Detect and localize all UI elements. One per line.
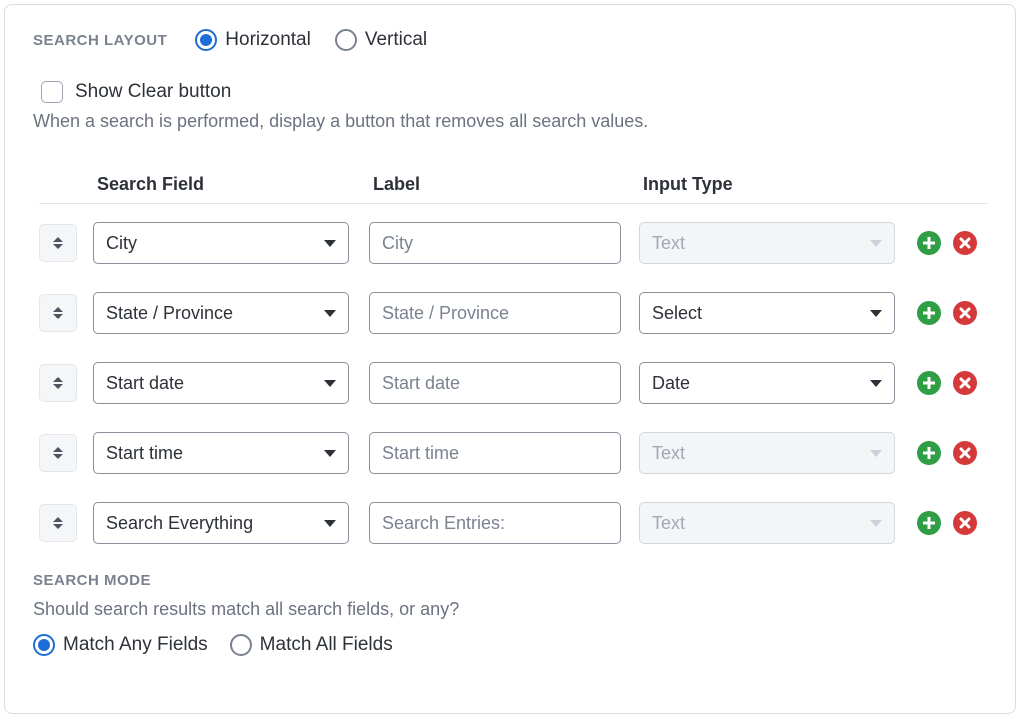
input-type-select: Text [639,222,895,264]
show-clear-button-row: Show Clear button [41,81,987,103]
show-clear-label: Show Clear button [75,81,231,103]
input-type-select[interactable]: Date [639,362,895,404]
add-row-icon[interactable] [917,231,941,255]
show-clear-help: When a search is performed, display a bu… [33,111,987,132]
layout-horizontal-label: Horizontal [225,29,311,51]
mode-radio-any[interactable]: Match Any Fields [33,634,208,656]
label-input[interactable] [369,502,621,544]
input-type-select: Text [639,502,895,544]
chevron-down-icon [870,310,882,317]
radio-checked-icon [33,634,55,656]
label-input[interactable] [369,432,621,474]
row-actions [897,231,997,255]
input-type-select: Text [639,432,895,474]
table-row: State / Province Select [39,292,987,334]
radio-unchecked-icon [335,29,357,51]
input-type-select[interactable]: Select [639,292,895,334]
row-actions [897,511,997,535]
remove-row-icon[interactable] [953,511,977,535]
search-config-panel: SEARCH LAYOUT Horizontal Vertical Show C… [4,4,1016,714]
add-row-icon[interactable] [917,511,941,535]
remove-row-icon[interactable] [953,231,977,255]
select-value: City [106,233,137,254]
search-field-select[interactable]: Search Everything [93,502,349,544]
add-row-icon[interactable] [917,301,941,325]
select-value: Text [652,443,685,464]
select-value: Date [652,373,690,394]
search-layout-label: SEARCH LAYOUT [33,32,167,49]
mode-all-label: Match All Fields [260,634,393,656]
select-value: Text [652,233,685,254]
drag-handle-icon[interactable] [39,434,77,472]
drag-handle-icon[interactable] [39,224,77,262]
table-row: Search Everything Text [39,502,987,544]
layout-radio-group: Horizontal Vertical [195,29,427,51]
search-mode-help: Should search results match all search f… [33,599,987,620]
fields-table: Search Field Label Input Type CityTextSt… [39,174,987,544]
table-row: Start time Text [39,432,987,474]
label-input[interactable] [369,222,621,264]
remove-row-icon[interactable] [953,301,977,325]
layout-vertical-label: Vertical [365,29,427,51]
search-field-select[interactable]: Start date [93,362,349,404]
row-actions [897,441,997,465]
search-mode-label: SEARCH MODE [33,572,987,589]
search-mode-section: SEARCH MODE Should search results match … [33,572,987,656]
chevron-down-icon [324,380,336,387]
drag-handle-icon[interactable] [39,364,77,402]
chevron-down-icon [870,450,882,457]
select-value: Text [652,513,685,534]
search-layout-section: SEARCH LAYOUT Horizontal Vertical [33,29,987,51]
col-input-type: Input Type [637,174,897,195]
add-row-icon[interactable] [917,371,941,395]
search-field-select[interactable]: Start time [93,432,349,474]
col-label: Label [367,174,637,195]
chevron-down-icon [324,240,336,247]
select-value: Search Everything [106,513,253,534]
remove-row-icon[interactable] [953,441,977,465]
table-header: Search Field Label Input Type [39,174,987,204]
label-input[interactable] [369,362,621,404]
drag-handle-icon[interactable] [39,294,77,332]
chevron-down-icon [870,520,882,527]
remove-row-icon[interactable] [953,371,977,395]
chevron-down-icon [324,450,336,457]
show-clear-checkbox[interactable] [41,81,63,103]
chevron-down-icon [870,380,882,387]
select-value: Select [652,303,702,324]
mode-any-label: Match Any Fields [63,634,208,656]
row-actions [897,371,997,395]
search-field-select[interactable]: State / Province [93,292,349,334]
mode-radio-group: Match Any Fields Match All Fields [33,634,987,656]
select-value: State / Province [106,303,233,324]
layout-radio-vertical[interactable]: Vertical [335,29,427,51]
row-actions [897,301,997,325]
search-field-select[interactable]: City [93,222,349,264]
radio-unchecked-icon [230,634,252,656]
mode-radio-all[interactable]: Match All Fields [230,634,393,656]
select-value: Start date [106,373,184,394]
layout-radio-horizontal[interactable]: Horizontal [195,29,311,51]
table-row: City Text [39,222,987,264]
chevron-down-icon [324,520,336,527]
drag-handle-icon[interactable] [39,504,77,542]
col-search-field: Search Field [91,174,367,195]
select-value: Start time [106,443,183,464]
label-input[interactable] [369,292,621,334]
table-row: Start date Date [39,362,987,404]
chevron-down-icon [870,240,882,247]
add-row-icon[interactable] [917,441,941,465]
radio-checked-icon [195,29,217,51]
chevron-down-icon [324,310,336,317]
